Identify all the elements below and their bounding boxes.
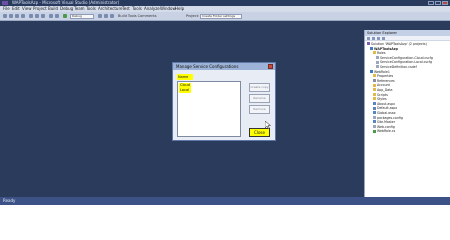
tree-item-label: Global.asax <box>377 111 396 115</box>
tree-item-label: Default.aspx <box>377 106 398 111</box>
cloud-project-icon <box>370 46 373 50</box>
aspx-file-icon <box>373 106 376 110</box>
refresh-icon[interactable] <box>377 37 380 40</box>
project-label: Project: <box>186 14 200 18</box>
new-project-icon[interactable] <box>3 14 7 18</box>
tree-item-label: Account <box>377 83 390 88</box>
undo-icon[interactable] <box>49 14 53 18</box>
maximize-button[interactable] <box>435 1 441 5</box>
name-column-header: Name <box>177 74 193 80</box>
close-window-button[interactable] <box>442 1 448 5</box>
solution-explorer-icon[interactable] <box>104 14 108 18</box>
status-text: Ready <box>3 198 16 203</box>
config-file-icon <box>376 56 379 60</box>
tree-item-label: ServiceConfiguration.Cloud.cscfg <box>380 55 433 60</box>
project-select[interactable]: Create Folder settings <box>200 14 242 19</box>
asax-file-icon <box>373 111 376 115</box>
show-all-files-icon[interactable] <box>372 37 375 40</box>
config-file-icon <box>376 60 379 64</box>
tree-item-label: App_Data <box>377 88 393 92</box>
solution-icon <box>367 42 370 46</box>
view-code-icon[interactable] <box>382 37 385 40</box>
minimize-button[interactable] <box>428 1 434 5</box>
find-icon[interactable] <box>98 14 102 18</box>
tree-item-label: WebRole1 <box>374 69 390 74</box>
tree-item-label: packages.config <box>377 115 403 120</box>
mouse-cursor-icon <box>265 121 271 129</box>
config-file-icon <box>373 125 376 129</box>
open-icon[interactable] <box>9 14 13 18</box>
comments-toolbar-label: Build Tools Comments <box>118 14 157 18</box>
tree-item-label: About.aspx <box>377 101 395 106</box>
tree-item-label: WAPToolsAzp <box>374 46 398 51</box>
dialog-title: Manage Service Configurations <box>173 63 275 70</box>
tree-item-label: Roles <box>377 51 386 56</box>
tree-item-label: Site.Master <box>377 120 396 125</box>
folder-icon <box>373 88 376 92</box>
start-debugging-icon[interactable] <box>63 14 67 18</box>
folder-icon <box>373 92 376 96</box>
visual-studio-icon <box>2 1 8 5</box>
folder-icon <box>373 83 376 87</box>
master-file-icon <box>373 120 376 124</box>
editor-area: Manage Service Configurations Name Cloud… <box>0 21 362 197</box>
configuration-item-local[interactable]: Local <box>179 88 191 93</box>
properties-icon[interactable] <box>110 14 114 18</box>
save-all-icon[interactable] <box>21 14 25 18</box>
tree-item-label: References <box>377 78 395 83</box>
tree-item-label: Solution 'WAPToolsAzp' (2 projects) <box>371 42 427 46</box>
tree-item[interactable]: WebRole.cs <box>373 129 395 134</box>
status-bar: Ready <box>0 197 450 205</box>
visual-studio-window: WAPToolsAzp - Microsoft Visual Studio (A… <box>0 0 450 205</box>
standard-toolbar: Debug Build Tools Comments Project: Crea… <box>0 12 450 21</box>
csharp-file-icon <box>373 129 376 133</box>
solution-explorer-panel: Solution Explorer Solution 'WAPToolsAzp'… <box>364 30 450 197</box>
copy-icon[interactable] <box>35 14 39 18</box>
properties-tool-icon[interactable] <box>367 37 370 40</box>
aspx-file-icon <box>373 102 376 106</box>
properties-folder-icon <box>373 74 376 78</box>
cut-icon[interactable] <box>29 14 33 18</box>
solution-explorer-toolbar <box>365 36 450 41</box>
tree-item-label: Styles <box>377 97 387 102</box>
dialog-close-icon[interactable] <box>268 64 273 69</box>
paste-icon[interactable] <box>41 14 45 18</box>
references-icon <box>373 79 376 83</box>
tree-item-label: ServiceConfiguration.Local.cscfg <box>380 60 432 65</box>
manage-service-configurations-dialog: Manage Service Configurations Name Cloud… <box>172 62 276 141</box>
configurations-list[interactable]: Cloud Local <box>177 81 241 137</box>
remove-button[interactable]: Remove <box>249 105 270 114</box>
folder-icon <box>373 97 376 101</box>
folder-icon <box>373 51 376 55</box>
solution-configuration-select[interactable]: Debug <box>70 14 94 19</box>
tree-item-label: WebRole.cs <box>377 129 396 134</box>
rename-button[interactable]: Rename <box>249 94 270 103</box>
tree-item-label: Scripts <box>377 92 388 97</box>
redo-icon[interactable] <box>55 14 59 18</box>
close-button[interactable]: Close <box>249 128 270 137</box>
tree-item-label: Web.config <box>377 124 395 129</box>
definition-file-icon <box>376 65 379 69</box>
tree-item-label: ServiceDefinition.csdef <box>380 65 417 69</box>
create-copy-button[interactable]: Create copy <box>249 83 270 92</box>
tree-item-label: Properties <box>377 74 394 79</box>
save-icon[interactable] <box>15 14 19 18</box>
config-file-icon <box>373 115 376 119</box>
web-project-icon <box>370 69 373 73</box>
